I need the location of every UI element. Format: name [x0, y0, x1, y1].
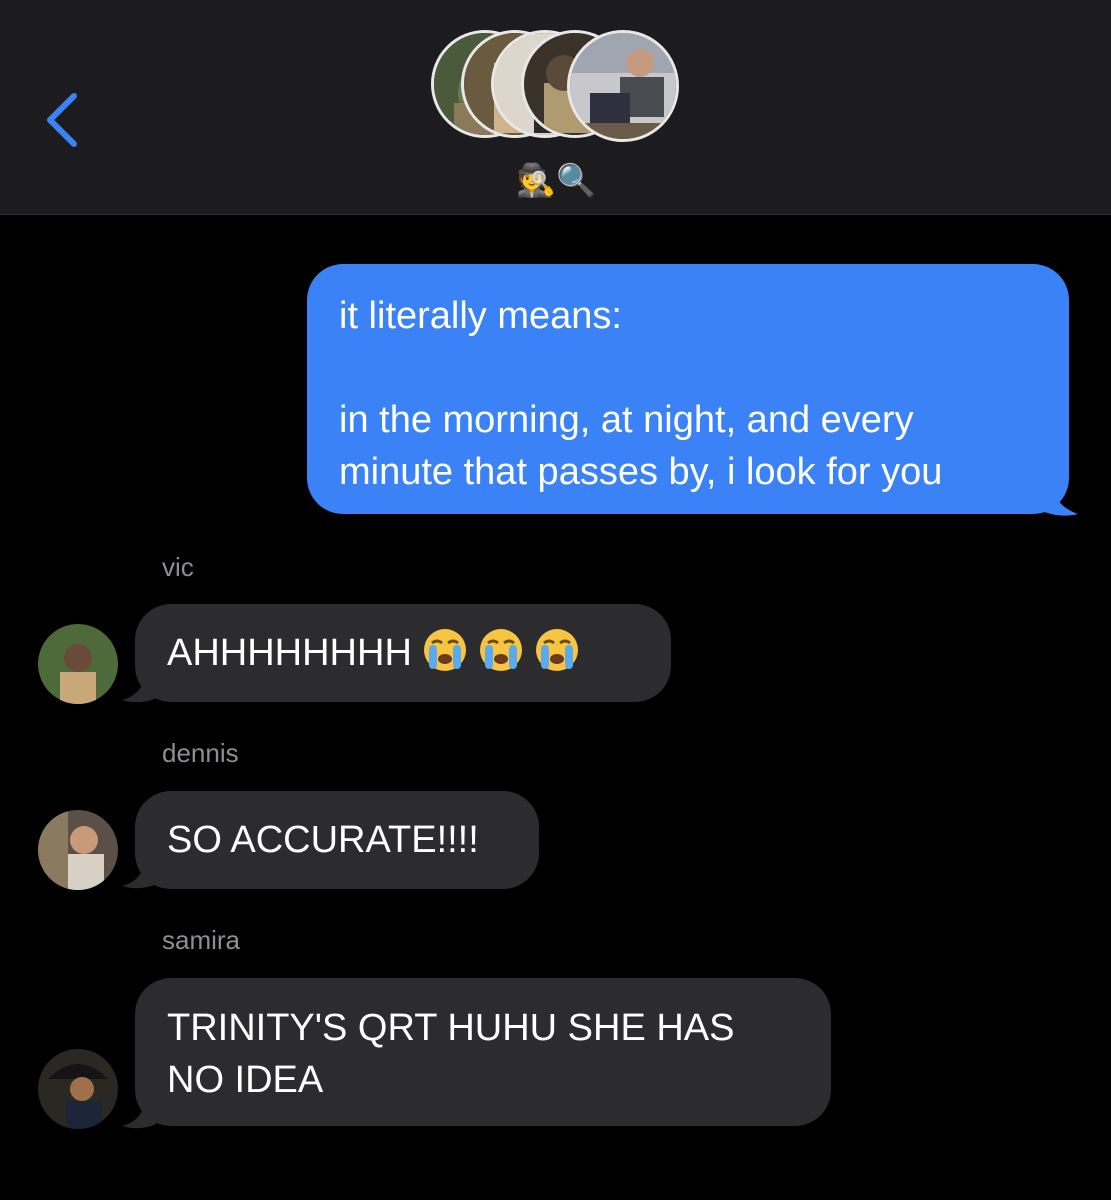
chevron-left-icon	[47, 93, 77, 147]
loudly-crying-face-icon	[535, 629, 578, 671]
message-line: in the morning, at night, and every	[339, 399, 914, 441]
conversation-header: 🕵️🔍	[0, 0, 1111, 215]
sender-name: dennis	[162, 738, 239, 768]
outgoing-message-bubble[interactable]: it literally means: in the morning, at n…	[307, 264, 1069, 514]
incoming-message-bubble[interactable]: TRINITY'S QRT HUHU SHE HAS NO IDEA	[135, 978, 831, 1126]
outgoing-bubble-tail	[1040, 470, 1078, 516]
avatar[interactable]	[38, 624, 118, 704]
back-button[interactable]	[40, 88, 90, 152]
sender-name: vic	[162, 552, 194, 582]
message-line: TRINITY'S QRT HUHU SHE HAS	[167, 1007, 735, 1049]
group-avatar-stack[interactable]	[431, 30, 681, 145]
loudly-crying-face-icon	[479, 629, 522, 671]
message-line: NO IDEA	[167, 1059, 324, 1101]
avatar[interactable]	[38, 810, 118, 890]
incoming-message-bubble[interactable]: AHHHHHHHH	[135, 604, 671, 702]
message-text: SO ACCURATE!!!!	[167, 819, 479, 861]
group-name: 🕵️🔍	[516, 161, 596, 199]
sender-name: samira	[162, 925, 241, 955]
loudly-crying-face-icon	[423, 629, 466, 671]
avatar[interactable]	[38, 1049, 118, 1129]
message-text: AHHHHHHHH	[167, 632, 412, 674]
message-line: it literally means:	[339, 295, 622, 337]
incoming-message-bubble[interactable]: SO ACCURATE!!!!	[135, 791, 539, 889]
group-member-avatar	[567, 30, 679, 142]
message-line: minute that passes by, i look for you	[339, 451, 943, 493]
message-line	[339, 342, 1037, 394]
